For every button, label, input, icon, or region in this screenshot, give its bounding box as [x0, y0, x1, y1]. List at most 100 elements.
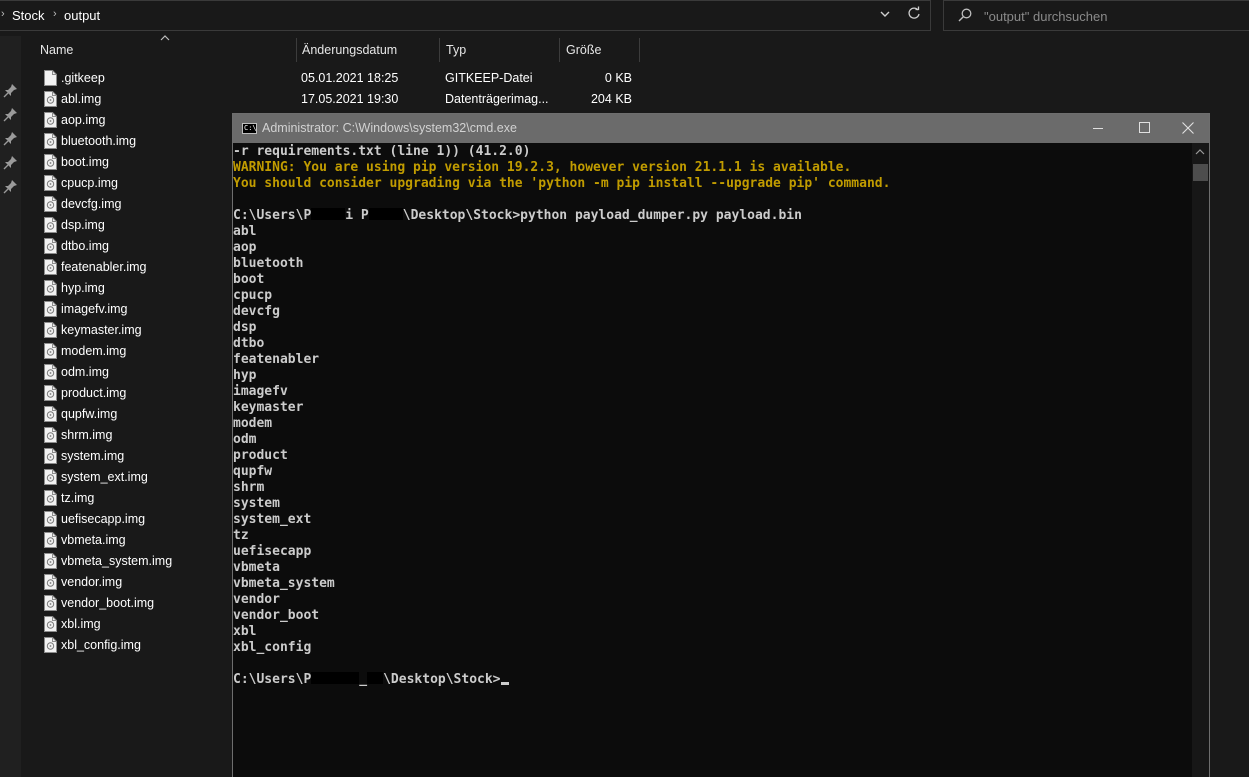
file-name: vendor_boot.img: [61, 596, 155, 610]
console-icon: C:\: [242, 123, 257, 134]
column-divider[interactable]: [296, 38, 297, 62]
file-icon: [44, 280, 57, 296]
file-icon: [44, 385, 57, 401]
partition-line: system: [233, 496, 280, 511]
file-name: bluetooth.img: [61, 134, 137, 148]
file-icon: [44, 217, 57, 233]
column-divider[interactable]: [639, 38, 640, 62]
partition-line: xbl: [233, 624, 257, 639]
partition-line: qupfw: [233, 464, 273, 479]
scroll-up-icon[interactable]: [1195, 147, 1205, 157]
pin-icon[interactable]: [3, 107, 18, 122]
pin-icon[interactable]: [3, 179, 18, 194]
file-name: dsp.img: [61, 218, 105, 232]
column-divider[interactable]: [559, 38, 560, 62]
console-window[interactable]: C:\ Administrator: C:\Windows\system32\c…: [232, 113, 1210, 777]
column-divider[interactable]: [439, 38, 440, 62]
partition-line: uefisecapp: [233, 544, 312, 559]
console-warning-line: You should consider upgrading via the 'p…: [233, 176, 891, 191]
maximize-button[interactable]: [1121, 114, 1167, 143]
partition-line: imagefv: [233, 384, 288, 399]
search-input[interactable]: [984, 7, 1234, 26]
file-icon: [44, 259, 57, 275]
partition-line: tz: [233, 528, 249, 543]
file-icon: [44, 112, 57, 128]
file-icon: [44, 595, 57, 611]
file-icon: [44, 511, 57, 527]
column-header-date[interactable]: Änderungsdatum: [302, 38, 397, 62]
maximize-icon: [1139, 122, 1150, 133]
address-bar[interactable]: › Stock › output: [0, 0, 931, 31]
prompt-current: \Desktop\Stock>: [383, 672, 501, 687]
file-name: uefisecapp.img: [61, 512, 146, 526]
sort-ascending-icon: [160, 33, 170, 44]
console-output[interactable]: -r requirements.txt (line 1)) (41.2.0) W…: [233, 143, 1193, 777]
console-prompt-line: C:\Users\P i P \Desktop\Stock>python paylo…: [233, 208, 1193, 224]
file-icon: [44, 406, 57, 422]
prompt-path-start: C:\Users\P: [233, 672, 312, 687]
close-button[interactable]: [1165, 114, 1211, 143]
file-icon: [44, 616, 57, 632]
file-icon: [44, 637, 57, 653]
file-icon: [44, 574, 57, 590]
file-icon: [44, 91, 57, 107]
partition-list: abl aop bluetooth boot cpucp devcfg dsp dtbo fea…: [233, 224, 1193, 656]
console-scrollbar[interactable]: [1192, 143, 1209, 777]
partition-line: dtbo: [233, 336, 265, 351]
scrollbar-thumb[interactable]: [1193, 164, 1208, 181]
partition-line: cpucp: [233, 288, 273, 303]
search-box[interactable]: [943, 0, 1249, 31]
prompt-path-start: C:\Users\P: [233, 208, 312, 223]
file-icon: [44, 70, 57, 86]
pin-icon[interactable]: [3, 155, 18, 170]
redaction-mark: [368, 208, 403, 220]
file-row[interactable]: abl.img 17.05.2021 19:30 Datenträgerimag..…: [40, 90, 640, 111]
file-icon: [44, 301, 57, 317]
minimize-icon: [1093, 128, 1103, 129]
console-title-bar[interactable]: C:\ Administrator: C:\Windows\system32\c…: [233, 114, 1209, 143]
file-name: aop.img: [61, 113, 106, 127]
breadcrumb-separator-icon: ›: [1, 8, 5, 20]
minimize-button[interactable]: [1075, 114, 1121, 143]
chevron-down-icon[interactable]: [879, 8, 891, 23]
text-cursor: [500, 682, 509, 685]
file-icon: [44, 469, 57, 485]
partition-line: bluetooth: [233, 256, 304, 271]
column-header-type[interactable]: Typ: [446, 38, 466, 62]
file-name: imagefv.img: [61, 302, 128, 316]
console-title: Administrator: C:\Windows\system32\cmd.e…: [262, 121, 517, 135]
partition-line: vbmeta: [233, 560, 280, 575]
partition-line: vendor_boot: [233, 608, 320, 623]
pin-icon[interactable]: [3, 83, 18, 98]
partition-line: vendor: [233, 592, 280, 607]
file-icon: [44, 343, 57, 359]
file-name: system.img: [61, 449, 125, 463]
pin-icon[interactable]: [3, 131, 18, 146]
partition-line: modem: [233, 416, 273, 431]
prompt-path-partial: _: [359, 672, 368, 687]
column-header-size[interactable]: Größe: [566, 38, 601, 62]
breadcrumb-stock[interactable]: Stock: [12, 8, 45, 23]
file-name: shrm.img: [61, 428, 113, 442]
file-name: hyp.img: [61, 281, 105, 295]
breadcrumb-output[interactable]: output: [64, 8, 100, 23]
redaction-mark: [367, 672, 384, 684]
file-row[interactable]: .gitkeep 05.01.2021 18:25 GITKEEP-Datei 0 K…: [40, 69, 640, 90]
partition-line: product: [233, 448, 288, 463]
file-date: 17.05.2021 19:30: [301, 92, 399, 106]
column-header-name[interactable]: Name: [40, 38, 73, 62]
file-type: GITKEEP-Datei: [445, 71, 533, 85]
navigation-pane: [0, 36, 21, 777]
refresh-icon[interactable]: [907, 6, 921, 24]
file-name: xbl_config.img: [61, 638, 141, 652]
search-icon: [958, 8, 972, 22]
file-icon: [44, 133, 57, 149]
file-name: vbmeta.img: [61, 533, 126, 547]
redaction-mark: [311, 672, 360, 684]
partition-line: keymaster: [233, 400, 304, 415]
partition-line: aop: [233, 240, 257, 255]
prompt-path-partial: i P: [345, 208, 369, 223]
file-name: boot.img: [61, 155, 109, 169]
redaction-mark: [311, 208, 346, 220]
file-name: devcfg.img: [61, 197, 122, 211]
